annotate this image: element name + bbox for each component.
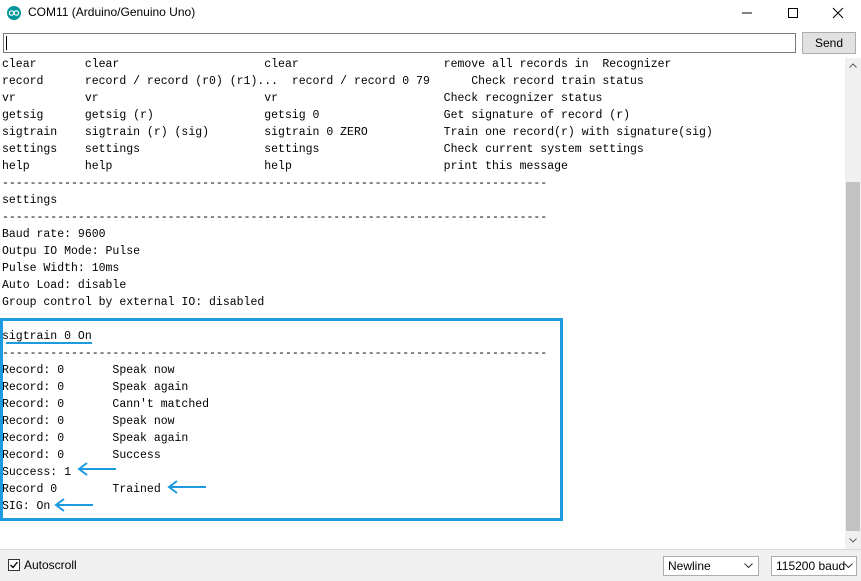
window-title: COM11 (Arduino/Genuino Uno) bbox=[28, 5, 196, 19]
minimize-button[interactable] bbox=[724, 0, 770, 27]
send-button[interactable]: Send bbox=[802, 32, 856, 54]
input-row: Send bbox=[0, 27, 861, 61]
output-line: sigtrain sigtrain (r) (sig) sigtrain 0 Z… bbox=[2, 126, 713, 139]
checkmark-icon bbox=[10, 561, 19, 569]
vertical-scrollbar[interactable] bbox=[845, 58, 861, 549]
output-line: record record / record (r0) (r1)... reco… bbox=[2, 75, 644, 88]
output-line: clear clear clear remove all records in … bbox=[2, 58, 672, 71]
close-button[interactable] bbox=[815, 0, 861, 27]
serial-input[interactable] bbox=[3, 33, 796, 53]
baud-rate-value: 115200 baud bbox=[776, 559, 846, 573]
close-icon bbox=[832, 7, 844, 19]
baud-rate-select[interactable]: 115200 baud bbox=[771, 556, 857, 576]
annotation-highlight-box bbox=[0, 318, 563, 521]
autoscroll-checkbox[interactable] bbox=[8, 559, 20, 571]
line-ending-select[interactable]: Newline bbox=[663, 556, 759, 576]
annotation-underline bbox=[6, 342, 92, 344]
chevron-down-icon bbox=[744, 563, 753, 569]
annotation-arrow-trained bbox=[167, 480, 206, 494]
output-line: getsig getsig (r) getsig 0 Get signature… bbox=[2, 109, 631, 122]
output-line: ----------------------------------------… bbox=[2, 177, 548, 190]
scrollbar-thumb[interactable] bbox=[846, 182, 860, 531]
output-line: Pulse Width: 10ms bbox=[2, 262, 120, 275]
output-line: Auto Load: disable bbox=[2, 279, 127, 292]
arduino-icon bbox=[7, 6, 21, 20]
output-line: settings settings settings Check current… bbox=[2, 143, 644, 156]
output-line: ----------------------------------------… bbox=[2, 211, 548, 224]
maximize-button[interactable] bbox=[770, 0, 816, 27]
output-line: Outpu IO Mode: Pulse bbox=[2, 245, 141, 258]
chevron-up-icon bbox=[849, 63, 857, 68]
title-bar: COM11 (Arduino/Genuino Uno) bbox=[0, 0, 861, 27]
output-line: settings bbox=[2, 194, 58, 207]
annotation-arrow-sig bbox=[54, 498, 93, 512]
minimize-icon bbox=[742, 12, 752, 14]
chevron-down-icon bbox=[844, 563, 853, 569]
status-bar: Autoscroll Newline 115200 baud bbox=[0, 549, 861, 581]
scroll-down-button[interactable] bbox=[845, 533, 861, 549]
chevron-down-icon bbox=[849, 538, 857, 543]
output-line: help help help print this message bbox=[2, 160, 568, 173]
output-line: vr vr vr Check recognizer status bbox=[2, 92, 603, 105]
scroll-up-button[interactable] bbox=[845, 58, 861, 74]
autoscroll-label: Autoscroll bbox=[24, 558, 77, 572]
text-caret bbox=[6, 36, 7, 50]
line-ending-value: Newline bbox=[668, 559, 711, 573]
output-line: Baud rate: 9600 bbox=[2, 228, 106, 241]
output-line: Group control by external IO: disabled bbox=[2, 296, 265, 309]
maximize-icon bbox=[788, 8, 798, 18]
annotation-arrow-success bbox=[77, 462, 116, 476]
